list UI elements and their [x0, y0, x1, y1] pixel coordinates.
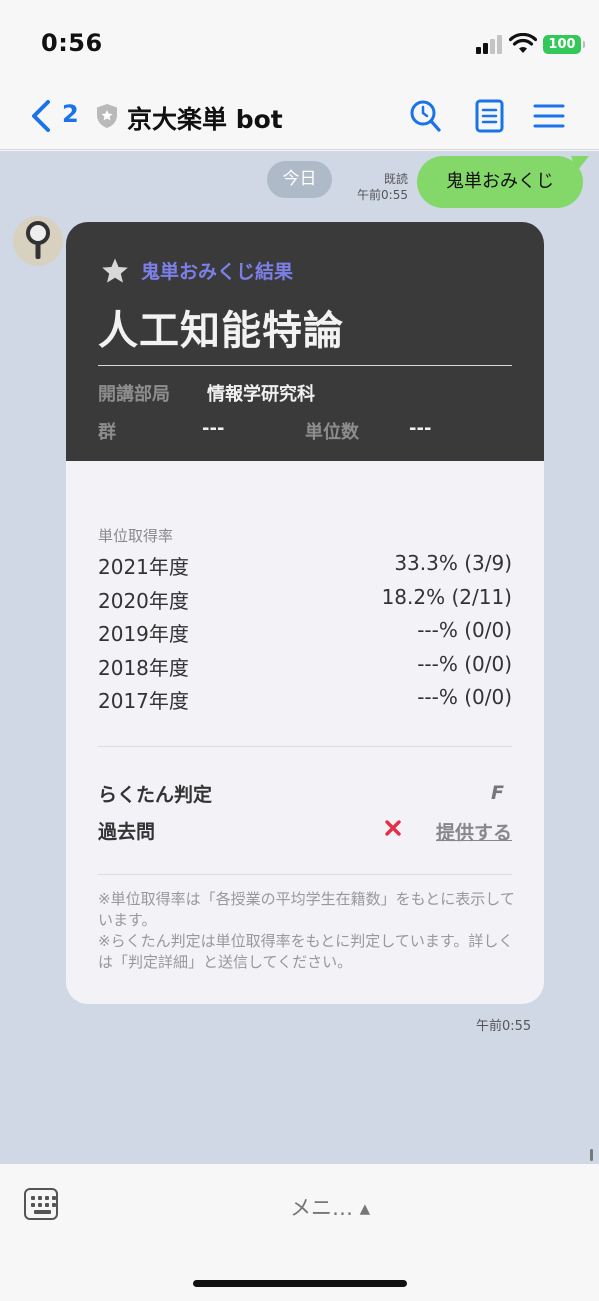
rate-section-label: 単位取得率	[98, 527, 174, 545]
rate-row: 2020年度 18.2% (2/11)	[98, 585, 512, 615]
group-label: 群	[98, 422, 116, 443]
battery-icon: 100	[543, 35, 585, 54]
back-unread-count[interactable]: 2	[62, 100, 79, 128]
sent-time: 午前0:55	[357, 188, 408, 202]
bottom-bar: メニ… ▴	[0, 1164, 599, 1301]
magnifier-avatar-icon	[26, 221, 50, 259]
note-divider	[98, 874, 512, 875]
chat-title: 京大楽単 bot	[127, 105, 283, 134]
received-time: 午前0:55	[476, 1019, 532, 1034]
rate-value: 33.3% (3/9)	[394, 551, 512, 575]
back-chevron-icon[interactable]	[28, 99, 54, 133]
card-subtitle: 鬼単おみくじ結果	[141, 261, 294, 283]
rate-year: 2019年度	[98, 622, 189, 646]
rate-year: 2018年度	[98, 656, 189, 680]
rate-year: 2020年度	[98, 589, 189, 613]
notes-icon[interactable]	[473, 98, 507, 134]
read-receipt: 既読 午前0:55	[348, 171, 408, 203]
judge-grade: F	[491, 782, 504, 804]
home-indicator[interactable]	[193, 1280, 407, 1287]
shield-icon	[97, 104, 117, 128]
rate-row: 2021年度 33.3% (3/9)	[98, 551, 512, 581]
scrollbar[interactable]	[590, 1149, 593, 1161]
rate-year: 2017年度	[98, 689, 189, 713]
section-divider	[98, 746, 512, 747]
status-bar: 0:56 100	[0, 0, 599, 86]
keyboard-icon[interactable]	[24, 1188, 58, 1220]
chat-header: 2 京大楽単 bot	[0, 86, 599, 150]
credits-label: 単位数	[305, 422, 359, 443]
bot-avatar[interactable]	[13, 216, 63, 266]
provide-past-exam-link[interactable]: 提供する	[436, 818, 512, 845]
rate-value: 18.2% (2/11)	[381, 585, 512, 609]
cross-icon	[385, 820, 401, 836]
sent-message-bubble[interactable]: 鬼単おみくじ	[417, 156, 583, 208]
rate-row: 2017年度 ---% (0/0)	[98, 685, 512, 715]
date-separator: 今日	[267, 161, 332, 198]
rate-value: ---% (0/0)	[417, 652, 512, 676]
dept-value: 情報学研究科	[207, 384, 315, 405]
read-label: 既読	[383, 172, 408, 186]
rate-row: 2018年度 ---% (0/0)	[98, 652, 512, 682]
rate-year: 2021年度	[98, 555, 189, 579]
credits-value: ---	[409, 418, 432, 439]
judge-label: らくたん判定	[98, 784, 213, 806]
rich-menu-toggle[interactable]: メニ… ▴	[290, 1192, 370, 1222]
past-exam-label: 過去問	[98, 821, 156, 843]
group-value: ---	[202, 418, 225, 439]
rate-value: ---% (0/0)	[417, 618, 512, 642]
search-icon[interactable]	[408, 98, 442, 134]
hamburger-menu-icon[interactable]	[532, 98, 566, 134]
card-note: ※単位取得率は「各授業の平均学生在籍数」をもとに表示しています。 ※らくたん判定…	[98, 890, 515, 971]
star-icon	[102, 258, 128, 283]
rate-row: 2019年度 ---% (0/0)	[98, 618, 512, 648]
course-name: 人工知能特論	[98, 308, 344, 354]
chat-area[interactable]: 今日 既読 午前0:55 鬼単おみくじ 鬼単おみくじ結果 人工知能特論 開講部局…	[0, 151, 599, 1164]
status-time: 0:56	[41, 29, 103, 57]
omikuji-result-card[interactable]: 鬼単おみくじ結果 人工知能特論 開講部局 情報学研究科 群 --- 単位数 --…	[66, 222, 544, 1004]
header-divider	[98, 365, 512, 366]
card-header: 鬼単おみくじ結果 人工知能特論 開講部局 情報学研究科 群 --- 単位数 --…	[66, 222, 544, 461]
wifi-icon	[509, 33, 537, 53]
dept-label: 開講部局	[98, 384, 170, 405]
rate-value: ---% (0/0)	[417, 685, 512, 709]
cellular-signal-icon	[476, 34, 504, 54]
